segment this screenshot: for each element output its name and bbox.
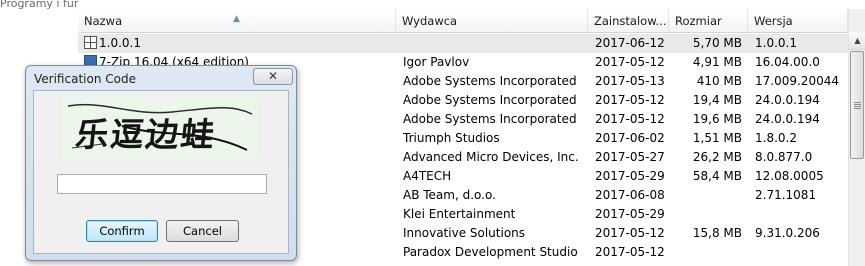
column-version[interactable]: Wersja [748,9,848,32]
column-publisher[interactable]: Wydawca [396,9,588,32]
program-installed: 2017-05-12 [595,226,665,240]
program-version: 1.8.0.2 [755,131,797,145]
table-row[interactable]: 1.0.0.1 2017-06-12 5,70 MB 1.0.0.1 [78,34,848,53]
program-installed: 2017-06-12 [595,36,665,50]
program-installed: 2017-05-27 [595,150,665,164]
program-version: 24.0.0.194 [755,93,820,107]
vertical-scrollbar[interactable]: ▲ [848,9,865,266]
program-installed: 2017-05-12 [595,93,665,107]
sort-ascending-icon: ▲ [233,14,240,24]
verification-code-input[interactable] [57,174,267,194]
program-size: 1,51 MB [692,131,742,145]
program-publisher: Innovative Solutions [403,226,526,240]
grip-icon [854,102,861,109]
program-publisher: Igor Pavlov [403,55,470,69]
program-size: 4,91 MB [692,55,742,69]
column-header: Nazwa ▲ Wydawca Zainstalow... Rozmiar We… [78,9,865,33]
verification-dialog: Verification Code ✕ 乐逗边蛙 Confirm Cancel [25,65,297,261]
generic-app-icon [84,36,97,49]
program-installed: 2017-05-12 [595,112,665,126]
confirm-button[interactable]: Confirm [86,220,158,242]
close-icon[interactable]: ✕ [253,68,293,85]
scroll-up-arrow-icon[interactable]: ▲ [849,32,865,50]
window-title-cut: Programy i funkcje [0,0,78,10]
scroll-thumb[interactable] [850,51,864,159]
program-size: 26,2 MB [692,150,742,164]
program-publisher: Adobe Systems Incorporated [403,93,577,107]
program-size: 410 MB [696,74,742,88]
program-publisher: Adobe Systems Incorporated [403,74,577,88]
program-size: 19,6 MB [692,112,742,126]
program-installed: 2017-05-29 [595,169,665,183]
program-publisher: Advanced Micro Devices, Inc. [403,150,579,164]
program-name: 1.0.0.1 [99,36,141,50]
program-version: 9.31.0.206 [755,226,820,240]
program-version: 2.71.1081 [755,188,817,202]
program-version: 16.04.00.0 [755,55,820,69]
program-name-cell: 1.0.0.1 [84,34,394,53]
program-installed: 2017-06-08 [595,188,665,202]
program-version: 17.009.20044 [755,74,839,88]
program-installed: 2017-05-29 [595,207,665,221]
program-version: 1.0.0.1 [755,36,797,50]
program-publisher: Klei Entertainment [403,207,516,221]
dialog-title: Verification Code [34,72,136,86]
program-installed: 2017-06-02 [595,131,665,145]
program-size: 5,70 MB [692,36,742,50]
program-version: 24.0.0.194 [755,112,820,126]
column-size[interactable]: Rozmiar [669,9,748,32]
program-size: 58,4 MB [692,169,742,183]
cancel-button[interactable]: Cancel [166,220,239,242]
column-installed[interactable]: Zainstalow... [588,9,669,32]
program-publisher: Adobe Systems Incorporated [403,112,577,126]
program-size: 19,4 MB [692,93,742,107]
program-installed: 2017-05-12 [595,55,665,69]
captcha-text: 乐逗边蛙 [73,115,218,154]
program-version: 8.0.877.0 [755,150,813,164]
program-installed: 2017-05-12 [595,245,665,259]
column-name[interactable]: Nazwa ▲ [78,9,396,32]
program-version: 12.08.0005 [755,169,824,183]
program-publisher: Triumph Studios [403,131,500,145]
captcha-image: 乐逗边蛙 [62,98,257,158]
program-publisher: A4TECH [403,169,452,183]
dialog-body: 乐逗边蛙 Confirm Cancel [33,90,289,254]
program-size: 15,8 MB [692,226,742,240]
program-installed: 2017-05-13 [595,74,665,88]
program-publisher: Paradox Development Studio [403,245,578,259]
column-name-label: Nazwa [84,14,123,28]
program-publisher: AB Team, d.o.o. [403,188,496,202]
